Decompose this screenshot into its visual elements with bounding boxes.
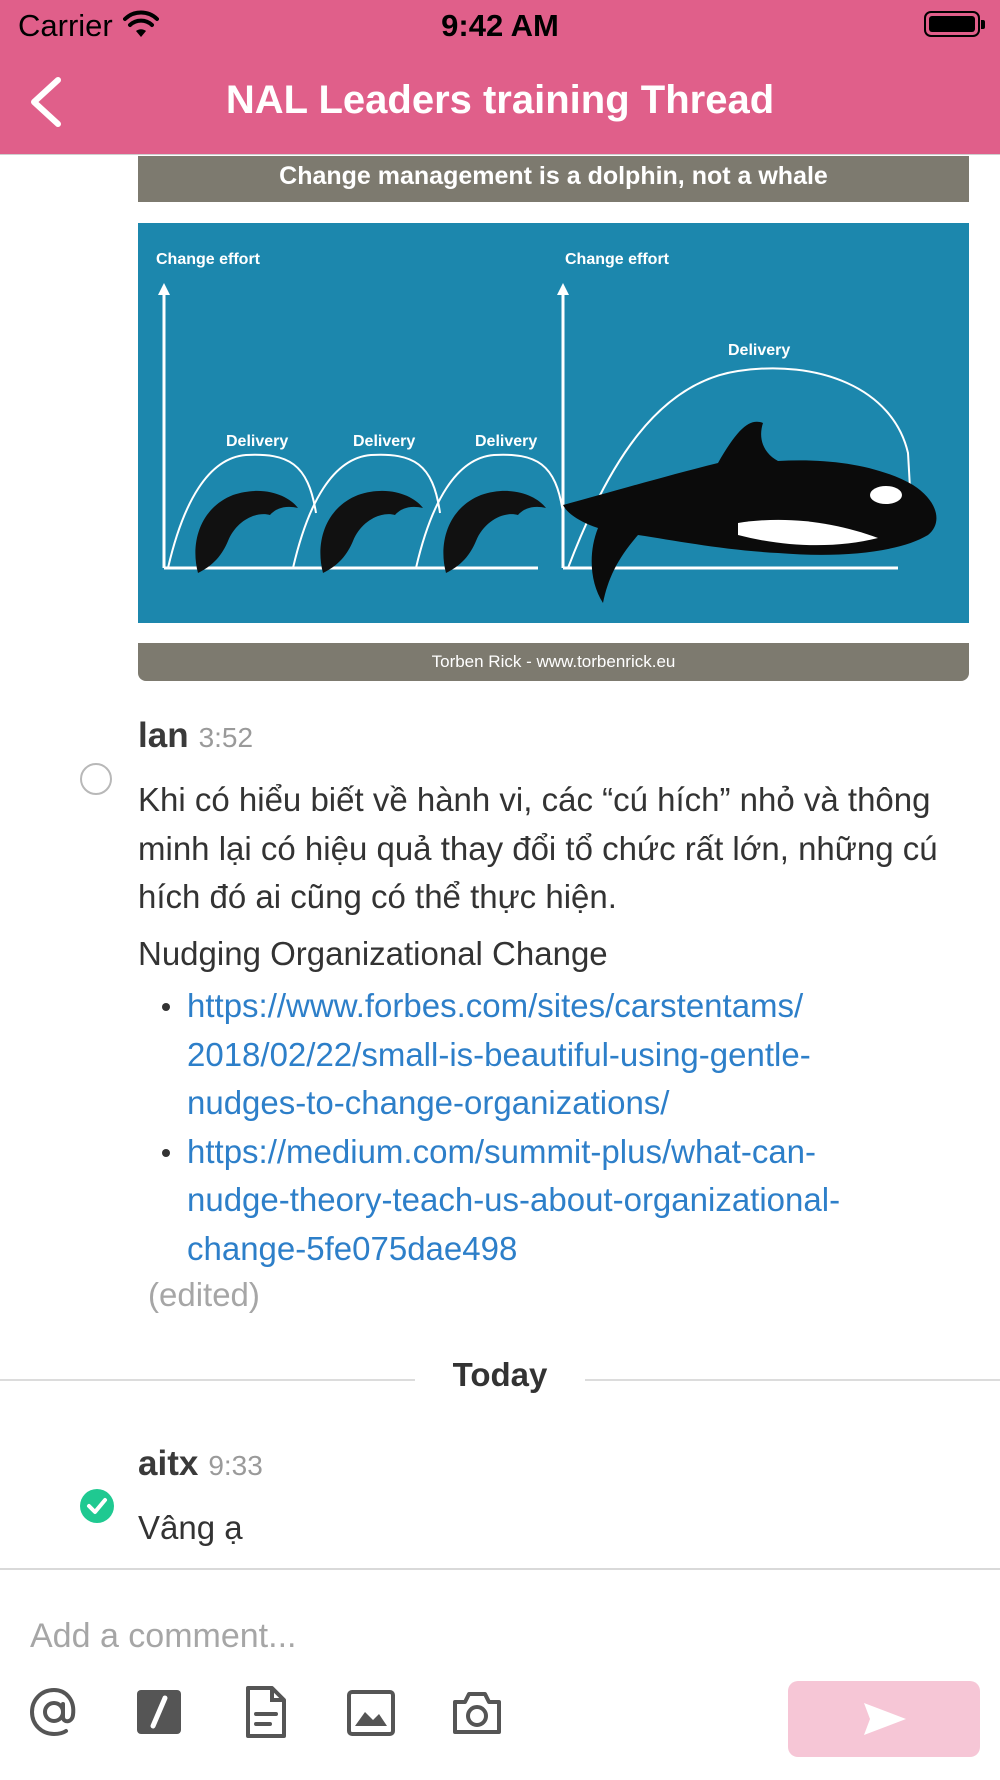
message-author: aitx 9:33 — [138, 1444, 263, 1484]
dolphin-whale-illustration — [138, 223, 969, 623]
send-icon — [864, 1703, 906, 1735]
message-author: lan 3:52 — [138, 716, 253, 756]
author-name: lan — [138, 716, 189, 755]
link-heading: Nudging Organizational Change — [138, 935, 608, 972]
battery-icon — [924, 11, 985, 37]
delivery-label-2: Delivery — [353, 433, 416, 450]
date-divider: Today — [452, 1356, 548, 1393]
link-list: https://www.forbes.com/sites/carstentams… — [140, 982, 1000, 1273]
delivery-label-big: Delivery — [728, 342, 791, 359]
link-text[interactable]: https://www.forbes.com/sites/carstentams… — [187, 987, 811, 1121]
message-text: Khi có hiểu biết về hành vi, các “cú híc… — [138, 781, 938, 915]
message-time: 9:33 — [208, 1450, 263, 1481]
axis-label-right: Change effort — [565, 251, 669, 268]
status-time: 9:42 AM — [441, 8, 559, 43]
file-icon[interactable] — [238, 1684, 294, 1740]
axis-label-left: Change effort — [156, 251, 260, 268]
message-time: 3:52 — [198, 722, 254, 753]
image-icon[interactable] — [343, 1684, 399, 1740]
thread-title: NAL Leaders training Thread — [225, 78, 775, 122]
author-name: aitx — [138, 1444, 199, 1483]
status-radio[interactable] — [80, 763, 112, 795]
message-text: Vâng ạ — [138, 1509, 243, 1546]
slash-command-icon[interactable] — [133, 1684, 189, 1740]
send-button[interactable] — [788, 1681, 980, 1757]
link-item[interactable]: https://www.forbes.com/sites/carstentams… — [162, 982, 1000, 1128]
camera-icon[interactable] — [449, 1684, 505, 1740]
delivery-label-3: Delivery — [475, 433, 538, 450]
link-item[interactable]: https://medium.com/summit-plus/what-can-… — [162, 1128, 1000, 1274]
top-bar: Carrier 9:42 AM NAL Leaders training Thr… — [0, 0, 1000, 155]
attachment-header: Change management is a dolphin, not a wh… — [138, 156, 969, 202]
attachment-footer: Torben Rick - www.torbenrick.eu — [138, 643, 969, 681]
image-attachment[interactable]: Change management is a dolphin, not a wh… — [138, 156, 969, 683]
delivery-label-1: Delivery — [226, 433, 289, 450]
comment-input[interactable] — [28, 1610, 732, 1662]
check-circle-icon[interactable] — [80, 1489, 114, 1523]
edited-label: (edited) — [148, 1276, 260, 1313]
at-icon[interactable] — [26, 1684, 82, 1740]
comment-composer — [0, 1568, 1000, 1780]
link-text[interactable]: https://medium.com/summit-plus/what-can-… — [187, 1133, 840, 1267]
